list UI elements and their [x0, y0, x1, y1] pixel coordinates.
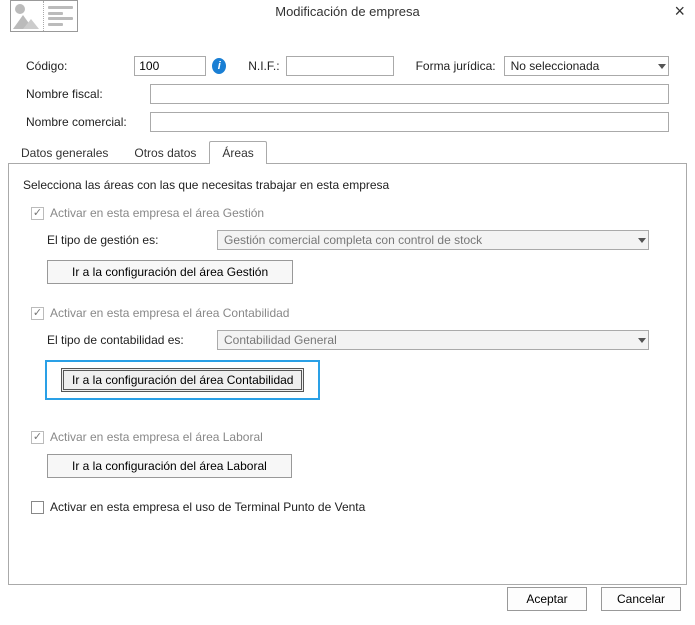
dialog-title: Modificación de empresa — [0, 4, 695, 19]
cancel-button[interactable]: Cancelar — [601, 587, 681, 611]
contabilidad-tipo-select: Contabilidad General — [217, 330, 649, 350]
accept-button[interactable]: Aceptar — [507, 587, 587, 611]
contabilidad-tipo-value: Contabilidad General — [224, 333, 337, 347]
checkbox-tpv[interactable] — [31, 501, 44, 514]
areas-pane: Selecciona las áreas con las que necesit… — [8, 164, 687, 585]
tab-datos-generales[interactable]: Datos generales — [8, 141, 121, 164]
checkbox-contabilidad: ✓ — [31, 307, 44, 320]
info-icon[interactable]: i — [212, 58, 226, 74]
nombre-fiscal-label: Nombre fiscal: — [26, 87, 150, 101]
nif-label: N.I.F.: — [248, 59, 279, 73]
areas-instruction: Selecciona las áreas con las que necesit… — [23, 178, 672, 192]
gestion-tipo-label: El tipo de gestión es: — [47, 233, 217, 247]
nombre-fiscal-input[interactable] — [150, 84, 669, 104]
checkbox-laboral: ✓ — [31, 431, 44, 444]
tab-otros-datos[interactable]: Otros datos — [121, 141, 209, 164]
checkbox-gestion-label: Activar en esta empresa el área Gestión — [50, 206, 264, 220]
chevron-down-icon — [638, 238, 646, 243]
forma-juridica-select[interactable]: No seleccionada — [504, 56, 669, 76]
highlighted-contabilidad-button: Ir a la configuración del área Contabili… — [45, 360, 320, 400]
nombre-comercial-input[interactable] — [150, 112, 669, 132]
gestion-tipo-value: Gestión comercial completa con control d… — [224, 233, 482, 247]
checkbox-gestion: ✓ — [31, 207, 44, 220]
forma-juridica-label: Forma jurídica: — [416, 59, 496, 73]
tab-areas[interactable]: Áreas — [209, 141, 266, 164]
codigo-label: Código: — [26, 59, 134, 73]
checkbox-laboral-label: Activar en esta empresa el área Laboral — [50, 430, 263, 444]
nombre-comercial-label: Nombre comercial: — [26, 115, 150, 129]
goto-laboral-button[interactable]: Ir a la configuración del área Laboral — [47, 454, 292, 478]
codigo-input[interactable] — [134, 56, 206, 76]
forma-juridica-value: No seleccionada — [511, 59, 600, 73]
goto-contabilidad-button[interactable]: Ir a la configuración del área Contabili… — [61, 368, 304, 392]
contabilidad-tipo-label: El tipo de contabilidad es: — [47, 333, 217, 347]
gestion-tipo-select: Gestión comercial completa con control d… — [217, 230, 649, 250]
checkbox-tpv-label: Activar en esta empresa el uso de Termin… — [50, 500, 365, 514]
checkbox-contabilidad-label: Activar en esta empresa el área Contabil… — [50, 306, 289, 320]
goto-gestion-button[interactable]: Ir a la configuración del área Gestión — [47, 260, 293, 284]
chevron-down-icon — [638, 338, 646, 343]
chevron-down-icon — [658, 64, 666, 69]
close-icon[interactable]: × — [674, 2, 685, 20]
nif-input[interactable] — [286, 56, 394, 76]
